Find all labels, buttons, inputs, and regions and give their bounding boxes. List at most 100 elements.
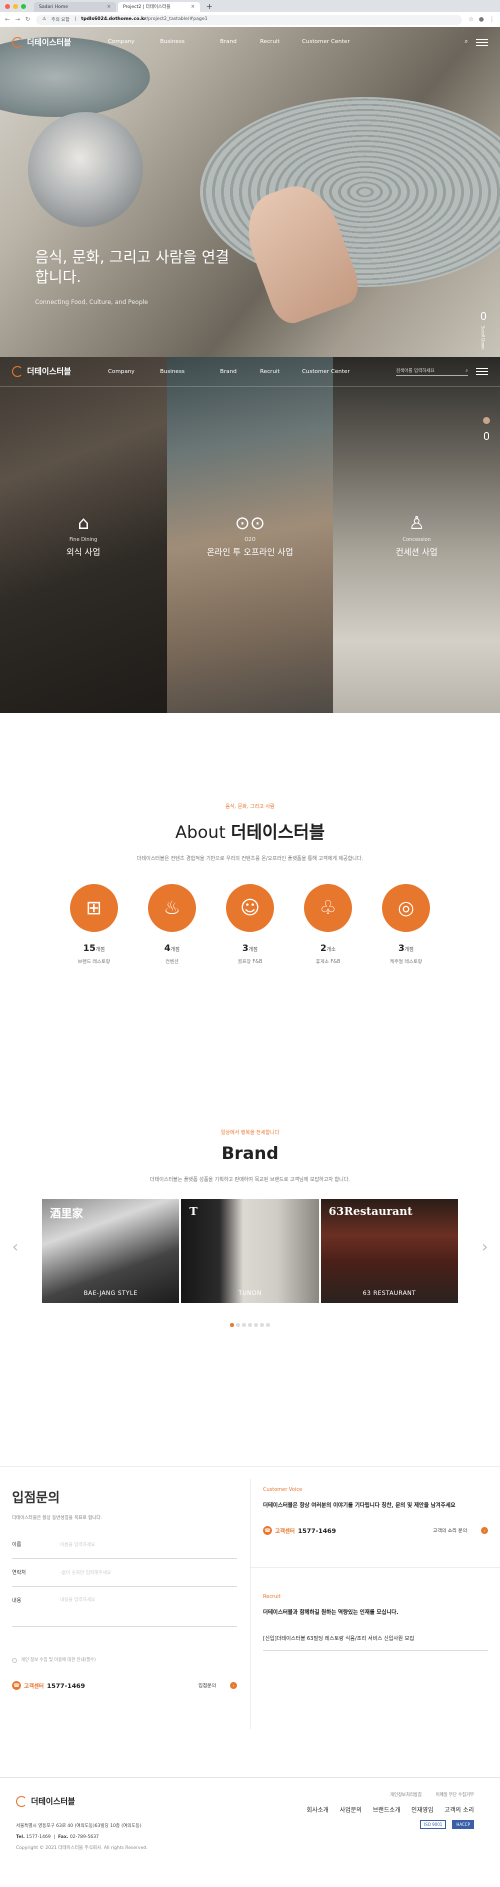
star-icon[interactable]: ☆	[468, 16, 473, 23]
nav-customer-center[interactable]: Customer Center	[302, 39, 350, 45]
hero-title: 음식, 문화, 그리고 사람을 연결 합니다.	[35, 248, 230, 286]
contact-section: 입점문의 더테이스터블은 항상 동반성장을 목표로 합니다. 이름 이름을 입력하…	[0, 1466, 500, 1729]
nav-customer-center[interactable]: Customer Center	[302, 369, 350, 375]
candle-holder-image	[28, 112, 143, 227]
close-icon[interactable]: ×	[191, 4, 195, 10]
footer-address: 서울특별시 영등포구 63로 40 (여의도동)63빌딩 10층 (여의도동) …	[16, 1824, 148, 1851]
arrow-right-icon: ›	[230, 1682, 237, 1689]
footer-link[interactable]: 회사소개	[307, 1805, 329, 1814]
about-description: 더테이스터블은 컨텐츠 경험적을 기반으로 우리의 컨텐츠를 온/오프라인 플랫…	[136, 856, 364, 862]
url-field[interactable]: ⚠ 주의 요함 | tpdls6024.dothome.co.kr/projec…	[36, 14, 463, 25]
email-policy-link[interactable]: 이메일 무단 수집거부	[436, 1792, 474, 1798]
logo-icon	[16, 1796, 27, 1807]
pagination-dot[interactable]	[260, 1323, 264, 1327]
pagination-dot[interactable]	[242, 1323, 246, 1327]
dining-icon: ☺	[226, 884, 274, 932]
nav-recruit[interactable]: Recruit	[260, 369, 302, 375]
menu-icon[interactable]	[476, 38, 488, 46]
brand-section: 일상에서 행복을 전세합니다 Brand 더테이스터블는 플랫폼 성품을 기획하…	[0, 1053, 500, 1343]
menu-dots-icon[interactable]: ⋮	[489, 16, 495, 23]
browser-tab-sadari[interactable]: Sadari Home ×	[34, 2, 116, 12]
pagination-dot[interactable]	[248, 1323, 252, 1327]
concession-icon: ♙	[408, 512, 425, 534]
footer-link[interactable]: 사업문의	[340, 1805, 362, 1814]
business-panel-o2o[interactable]: ⊙⊙ O2O 온라인 투 오프라인 사업	[166, 357, 334, 713]
scroll-indicator[interactable]: Scroll Down	[478, 312, 488, 350]
address-bar: ← → ↻ ⚠ 주의 요함 | tpdls6024.dothome.co.kr/pr…	[0, 12, 500, 27]
pagination-dot[interactable]	[230, 1323, 234, 1327]
profile-icon[interactable]: ●	[479, 16, 484, 23]
privacy-link[interactable]: 개인정보처리방침	[390, 1792, 422, 1798]
cafe-icon: ♨	[148, 884, 196, 932]
pagination-dot[interactable]	[266, 1323, 270, 1327]
nav-brand[interactable]: Brand	[220, 39, 260, 45]
next-arrow-icon[interactable]: ›	[482, 1237, 488, 1256]
customer-voice-link[interactable]: 고객의 소리 문의 ›	[433, 1527, 488, 1534]
about-title: About 더테이스터블	[175, 823, 325, 843]
tab-bar: Sadari Home × Project2 | 더테이스터블 × +	[0, 0, 500, 12]
footer-link[interactable]: 고객의 소리	[444, 1805, 474, 1814]
prev-arrow-icon[interactable]: ‹	[12, 1237, 18, 1256]
footer-link[interactable]: 인재영입	[411, 1805, 433, 1814]
nav-brand[interactable]: Brand	[220, 369, 260, 375]
browser-tab-project2[interactable]: Project2 | 더테이스터블 ×	[118, 2, 200, 12]
recruit-block: Recruit 더테이스터블과 함께하길 원하는 역량있는 인재를 모십니다. …	[263, 1594, 488, 1651]
nav-business[interactable]: Business	[160, 369, 220, 375]
form-title: 입점문의	[12, 1491, 60, 1506]
checkbox-icon[interactable]	[12, 1657, 17, 1663]
submit-button[interactable]: 입점문의 ›	[198, 1682, 237, 1689]
new-tab-button[interactable]: +	[202, 2, 217, 12]
search-icon[interactable]: ⌕	[465, 368, 468, 374]
search-icon[interactable]: ⌕	[465, 38, 468, 46]
site-footer: 더테이스터블 서울특별시 영등포구 63로 40 (여의도동)63빌딩 10층 …	[0, 1777, 500, 1887]
carousel-pagination[interactable]	[0, 1323, 500, 1327]
brand-card[interactable]: T TUNON	[181, 1199, 319, 1303]
reload-icon[interactable]: ↻	[25, 16, 30, 23]
back-icon[interactable]: ←	[5, 16, 10, 23]
footer-nav: 회사소개 사업문의 브랜드소개 인재영입 고객의 소리	[307, 1805, 474, 1814]
footer-link[interactable]: 브랜드소개	[373, 1805, 401, 1814]
stat-item: ♧ 2개소 휴게소 F&B	[304, 884, 352, 965]
name-field[interactable]: 이름 이름을 입력하세요	[12, 1531, 237, 1559]
site-header: 더테이스터블 Company Business Brand Recruit Cu…	[0, 29, 500, 55]
message-field[interactable]: 내용 내용을 입력하세요	[12, 1587, 237, 1627]
nav-business[interactable]: Business	[160, 39, 220, 45]
customer-center: ☎ 고객센터 1577-1469 입점문의 ›	[12, 1681, 237, 1690]
hero-subtitle: Connecting Food, Culture, and People	[35, 299, 148, 306]
certification-badge: HACCP	[452, 1820, 474, 1829]
avatar	[483, 417, 490, 424]
brand-eyebrow: 일상에서 행복을 전세합니다	[220, 1130, 280, 1136]
stat-item: ☺ 3개점 골프장 F&B	[226, 884, 274, 965]
mouse-icon	[484, 432, 489, 440]
business-panel-concession[interactable]: ♙ Concession 컨세션 사업	[333, 357, 500, 713]
logo-icon	[12, 366, 23, 377]
business-panel-dining[interactable]: ⌂ Fine Dining 외식 사업	[0, 357, 167, 713]
logo-icon	[12, 36, 23, 48]
close-icon[interactable]: ×	[107, 4, 111, 10]
brand-card[interactable]: 63Restaurant 63 RESTAURANT	[320, 1199, 458, 1303]
site-logo[interactable]: 더테이스터블	[12, 36, 108, 48]
rest-area-icon: ♧	[304, 884, 352, 932]
forward-icon[interactable]: →	[15, 16, 20, 23]
main-nav: Company Business Brand Recruit Customer …	[108, 39, 350, 45]
search-input[interactable]: 검색어를 입력하세요 ⌕	[396, 367, 468, 376]
arrow-right-icon: ›	[481, 1527, 488, 1534]
pagination-dot[interactable]	[236, 1323, 240, 1327]
stat-item: ⊞ 15개점 브랜드 레스토랑	[70, 884, 118, 965]
nav-recruit[interactable]: Recruit	[260, 39, 302, 45]
phone-field[interactable]: 연락처 -없이 숫자만 입력해주세요	[12, 1559, 237, 1587]
mouse-icon	[480, 312, 486, 320]
site-logo[interactable]: 더테이스터블	[12, 366, 108, 377]
pagination-dot[interactable]	[254, 1323, 258, 1327]
phone-icon: ☎	[12, 1681, 21, 1690]
nav-company[interactable]: Company	[108, 369, 160, 375]
footer-logo[interactable]: 더테이스터블	[16, 1796, 75, 1807]
window-controls[interactable]	[5, 4, 26, 9]
hero-section: 더테이스터블 Company Business Brand Recruit Cu…	[0, 27, 500, 357]
recruit-list-item[interactable]: [신입]더테이스터블 63빌딩 레스토랑 식음/조리 서비스 신입사원 모집	[263, 1635, 488, 1651]
menu-icon[interactable]	[476, 368, 488, 375]
privacy-agree-checkbox[interactable]: 개인 정보 수집 및 이용에 대한 안내(필수)	[12, 1657, 237, 1663]
brand-card[interactable]: 酒里家 BAE-JANG STYLE	[42, 1199, 180, 1303]
fine-dining-icon: ⌂	[77, 512, 90, 534]
nav-company[interactable]: Company	[108, 39, 160, 45]
